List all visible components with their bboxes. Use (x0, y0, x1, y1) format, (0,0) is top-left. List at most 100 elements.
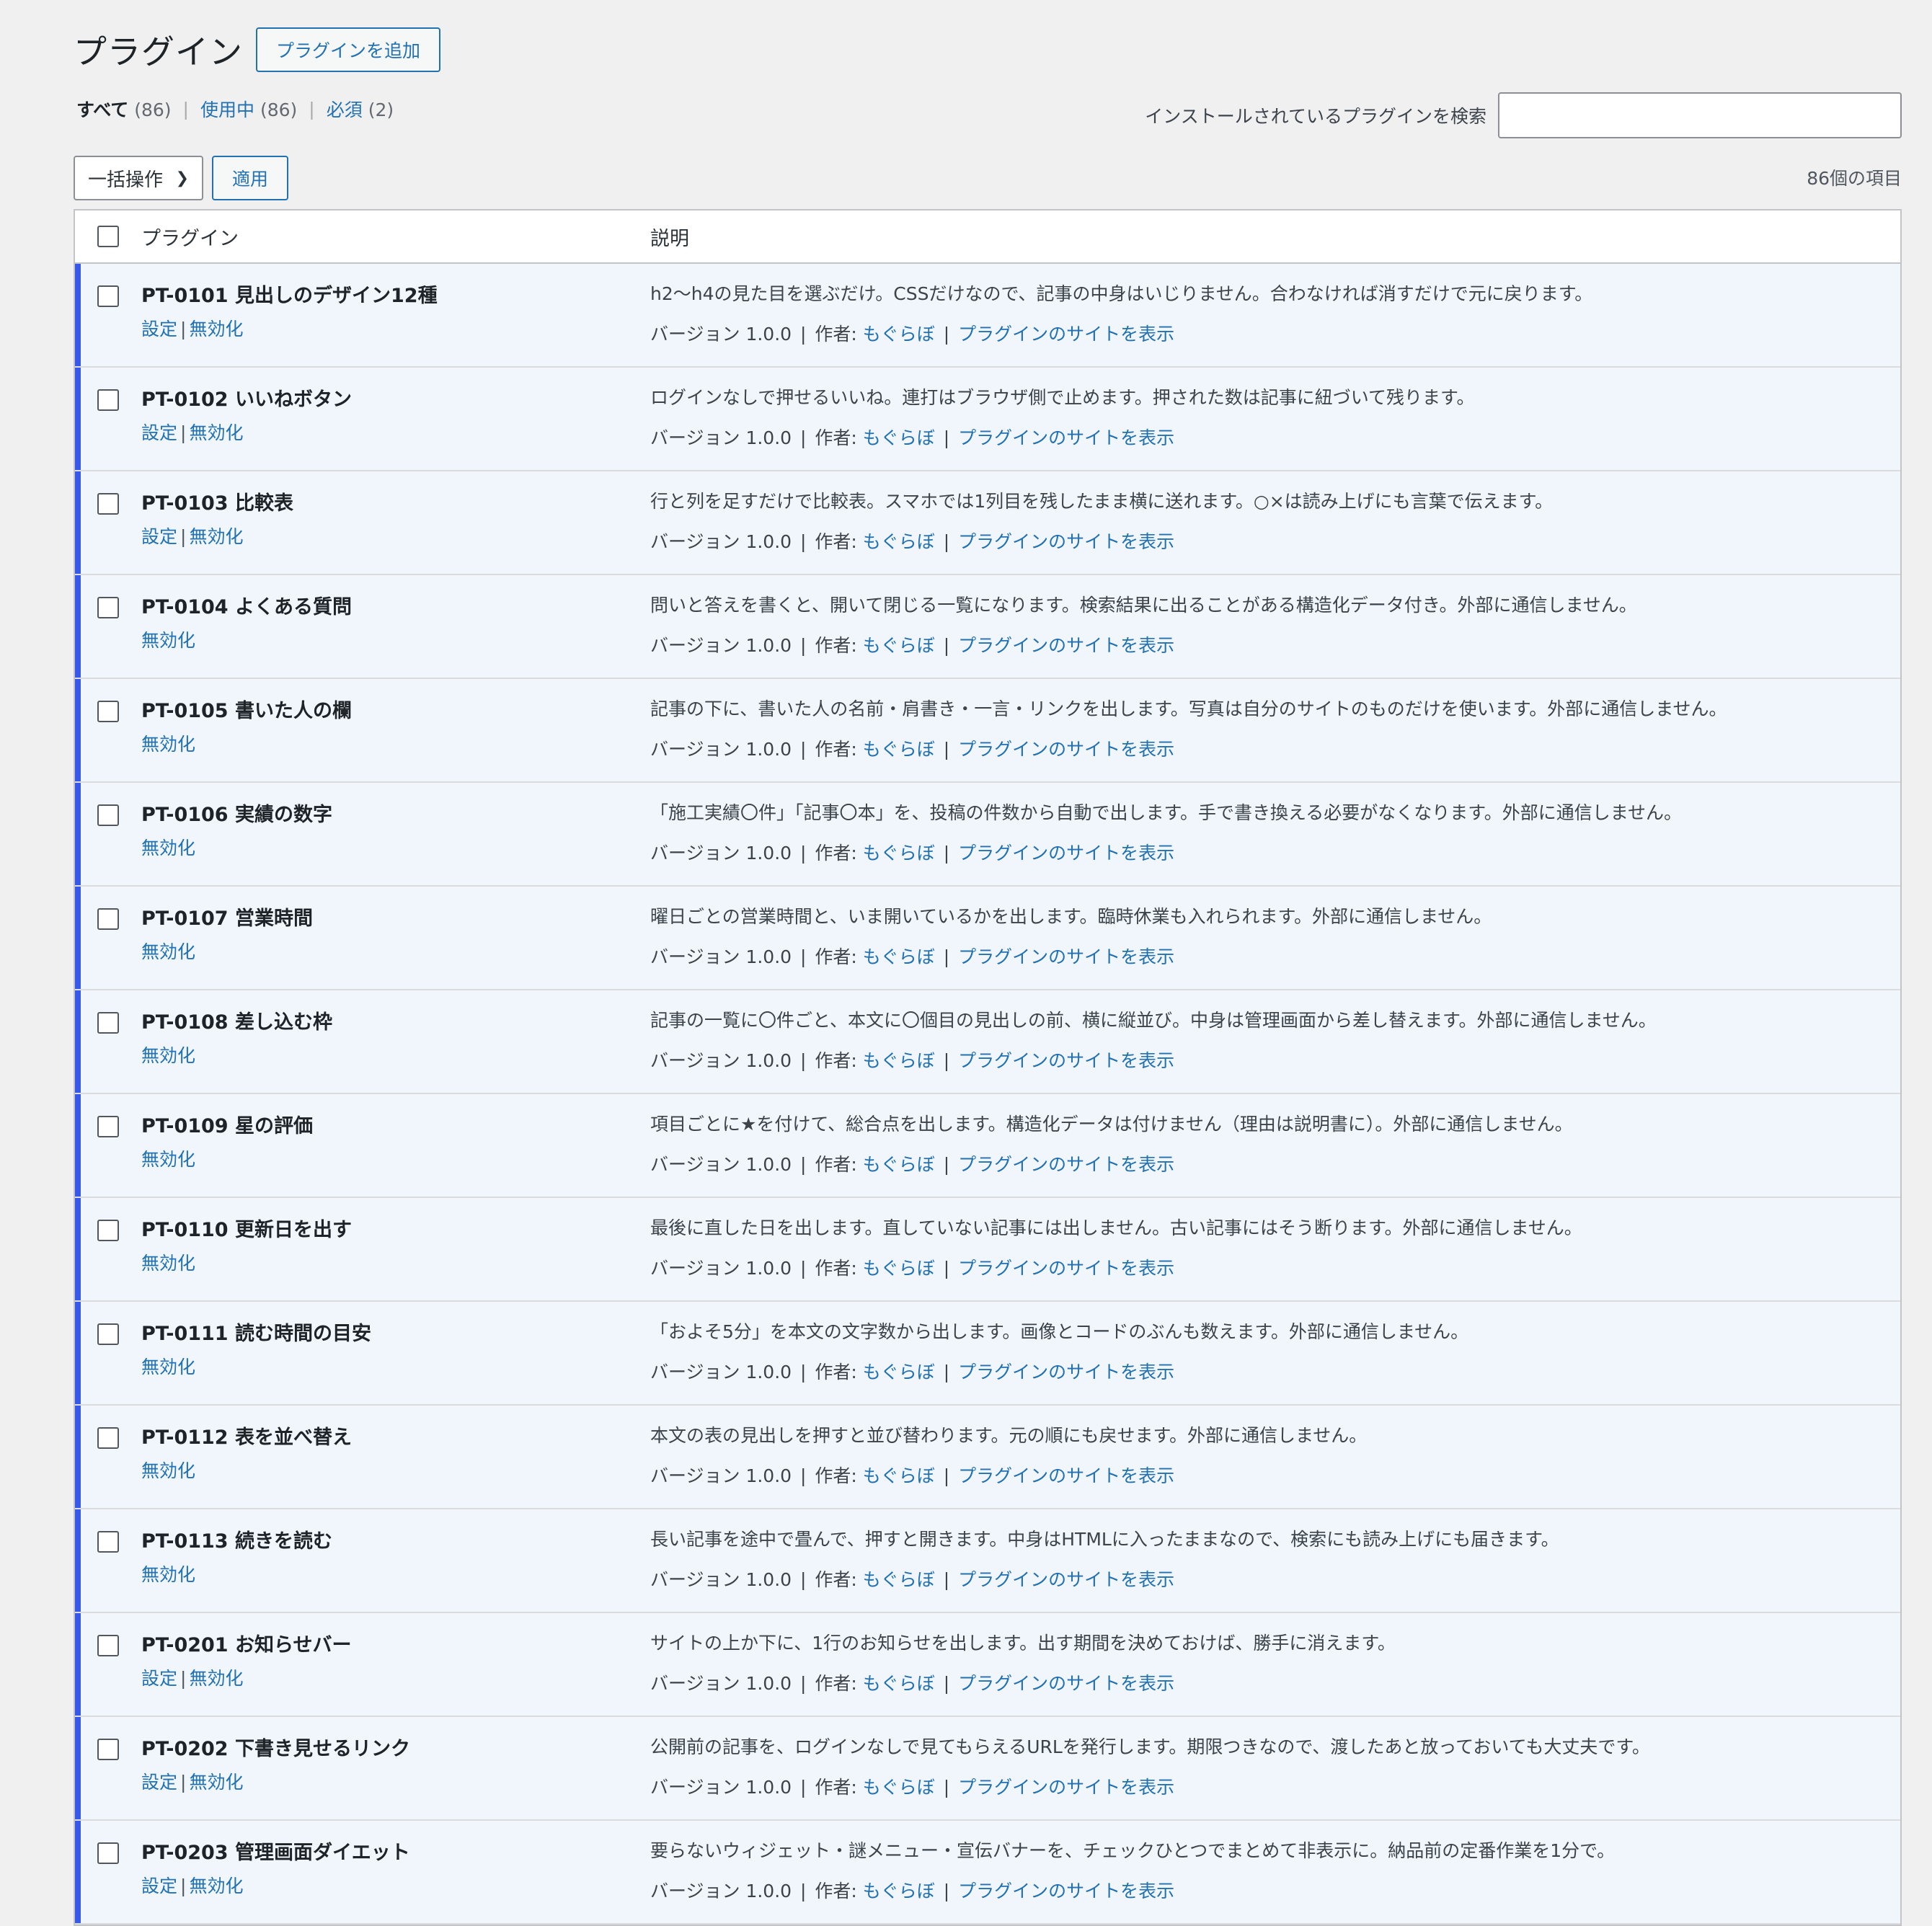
settings-link[interactable]: 設定 (141, 1668, 177, 1689)
author-link[interactable]: もぐらぼ (863, 1465, 935, 1486)
settings-link[interactable]: 設定 (141, 526, 177, 547)
plugin-site-link[interactable]: プラグインのサイトを表示 (958, 1258, 1174, 1279)
author-link[interactable]: もぐらぼ (863, 1673, 935, 1694)
meta-separator: | (800, 1777, 807, 1798)
filter-all[interactable]: すべて (86) (76, 96, 172, 122)
settings-link[interactable]: 設定 (141, 319, 177, 340)
plugin-title: PT-0112 表を並べ替え (141, 1426, 352, 1449)
plugin-site-link[interactable]: プラグインのサイトを表示 (958, 324, 1174, 345)
plugin-checkbox[interactable] (97, 1842, 119, 1864)
author-prefix: 作者: (815, 635, 857, 656)
deactivate-link[interactable]: 無効化 (141, 1564, 195, 1585)
plugin-site-link[interactable]: プラグインのサイトを表示 (958, 1569, 1174, 1590)
plugin-checkbox[interactable] (97, 597, 119, 618)
plugin-search-box: インストールされているプラグインを検索 (1145, 92, 1902, 138)
plugin-checkbox[interactable] (97, 1116, 119, 1137)
author-prefix: 作者: (815, 1569, 857, 1590)
plugin-meta: バージョン 1.0.0 | 作者: もぐらぼ | プラグインのサイトを表示 (650, 1566, 1900, 1592)
plugin-site-link[interactable]: プラグインのサイトを表示 (958, 427, 1174, 448)
author-link[interactable]: もぐらぼ (863, 1881, 935, 1901)
plugin-site-link[interactable]: プラグインのサイトを表示 (958, 1777, 1174, 1798)
settings-link[interactable]: 設定 (141, 1876, 177, 1896)
plugin-site-link[interactable]: プラグインのサイトを表示 (958, 1465, 1174, 1486)
plugin-site-link[interactable]: プラグインのサイトを表示 (958, 946, 1174, 967)
deactivate-link[interactable]: 無効化 (141, 1357, 195, 1377)
plugin-site-link[interactable]: プラグインのサイトを表示 (958, 531, 1174, 552)
deactivate-link[interactable]: 無効化 (189, 1876, 243, 1896)
meta-separator: | (800, 427, 807, 448)
bulk-action-select[interactable]: 一括操作 ❯ (74, 156, 203, 200)
author-link[interactable]: もぐらぼ (863, 1050, 935, 1071)
meta-separator: | (943, 1050, 950, 1071)
deactivate-link[interactable]: 無効化 (189, 526, 243, 547)
filter-separator: | (182, 98, 189, 120)
author-link[interactable]: もぐらぼ (863, 1154, 935, 1175)
author-link[interactable]: もぐらぼ (863, 1362, 935, 1383)
author-link[interactable]: もぐらぼ (863, 946, 935, 967)
plugin-checkbox[interactable] (97, 1739, 119, 1760)
plugin-row: PT-0112 表を並べ替え 無効化 本文の表の見出しを押すと並び替わります。元… (75, 1406, 1900, 1509)
deactivate-link[interactable]: 無効化 (189, 319, 243, 340)
meta-separator: | (800, 1465, 807, 1486)
plugin-checkbox[interactable] (97, 804, 119, 826)
deactivate-link[interactable]: 無効化 (189, 422, 243, 443)
deactivate-link[interactable]: 無効化 (141, 1045, 195, 1066)
settings-link[interactable]: 設定 (141, 1772, 177, 1793)
plugin-meta: バージョン 1.0.0 | 作者: もぐらぼ | プラグインのサイトを表示 (650, 424, 1900, 450)
plugin-meta: バージョン 1.0.0 | 作者: もぐらぼ | プラグインのサイトを表示 (650, 943, 1900, 969)
plugin-checkbox[interactable] (97, 389, 119, 411)
plugin-row: PT-0111 読む時間の目安 無効化 「およそ5分」を本文の文字数から出します… (75, 1302, 1900, 1406)
author-link[interactable]: もぐらぼ (863, 1258, 935, 1279)
plugin-checkbox[interactable] (97, 908, 119, 930)
plugin-site-link[interactable]: プラグインのサイトを表示 (958, 1362, 1174, 1383)
filter-active[interactable]: 使用中 (86) (200, 96, 297, 122)
author-link[interactable]: もぐらぼ (863, 1777, 935, 1798)
plugin-site-link[interactable]: プラグインのサイトを表示 (958, 1881, 1174, 1901)
deactivate-link[interactable]: 無効化 (141, 1149, 195, 1170)
author-link[interactable]: もぐらぼ (863, 324, 935, 345)
plugin-checkbox[interactable] (97, 493, 119, 515)
author-link[interactable]: もぐらぼ (863, 635, 935, 656)
plugin-site-link[interactable]: プラグインのサイトを表示 (958, 843, 1174, 864)
plugin-description-cell: 「およそ5分」を本文の文字数から出します。画像とコードのぶんも数えます。外部に通… (650, 1302, 1900, 1404)
deactivate-link[interactable]: 無効化 (189, 1668, 243, 1689)
apply-button[interactable]: 適用 (212, 156, 289, 200)
author-link[interactable]: もぐらぼ (863, 1569, 935, 1590)
plugin-description: h2〜h4の見た目を選ぶだけ。CSSだけなので、記事の中身はいじりません。合わな… (650, 283, 1593, 304)
plugin-checkbox[interactable] (97, 1531, 119, 1553)
deactivate-link[interactable]: 無効化 (141, 630, 195, 651)
plugin-checkbox[interactable] (97, 701, 119, 722)
row-check-cell (75, 1094, 141, 1197)
plugin-site-link[interactable]: プラグインのサイトを表示 (958, 635, 1174, 656)
search-input[interactable] (1498, 92, 1902, 138)
author-link[interactable]: もぐらぼ (863, 531, 935, 552)
deactivate-link[interactable]: 無効化 (141, 838, 195, 858)
deactivate-link[interactable]: 無効化 (189, 1772, 243, 1793)
plugin-site-link[interactable]: プラグインのサイトを表示 (958, 1050, 1174, 1071)
select-all-checkbox[interactable] (97, 226, 119, 247)
deactivate-link[interactable]: 無効化 (141, 1460, 195, 1481)
plugin-checkbox[interactable] (97, 1427, 119, 1449)
plugin-checkbox[interactable] (97, 1220, 119, 1241)
plugin-checkbox[interactable] (97, 1323, 119, 1345)
deactivate-link[interactable]: 無効化 (141, 734, 195, 755)
filter-required[interactable]: 必須 (2) (327, 96, 394, 122)
meta-separator: | (800, 324, 807, 345)
plugin-site-link[interactable]: プラグインのサイトを表示 (958, 739, 1174, 760)
plugin-checkbox[interactable] (97, 1012, 119, 1034)
deactivate-link[interactable]: 無効化 (141, 941, 195, 962)
plugin-site-link[interactable]: プラグインのサイトを表示 (958, 1673, 1174, 1694)
table-body: PT-0101 見出しのデザイン12種 設定 | 無効化 h2〜h4の見た目を選ぶだ… (75, 264, 1900, 1925)
deactivate-link[interactable]: 無効化 (141, 1253, 195, 1274)
filter-all-label: すべて (76, 99, 129, 120)
plugin-site-link[interactable]: プラグインのサイトを表示 (958, 1154, 1174, 1175)
author-link[interactable]: もぐらぼ (863, 843, 935, 864)
plugin-name-cell: PT-0110 更新日を出す 無効化 (141, 1198, 650, 1300)
plugin-checkbox[interactable] (97, 285, 119, 307)
plugin-checkbox[interactable] (97, 1635, 119, 1656)
author-link[interactable]: もぐらぼ (863, 739, 935, 760)
add-plugin-button[interactable]: プラグインを追加 (256, 27, 441, 72)
author-link[interactable]: もぐらぼ (863, 427, 935, 448)
settings-link[interactable]: 設定 (141, 422, 177, 443)
plugin-row: PT-0202 下書き見せるリンク 設定 | 無効化 公開前の記事を、ログインなしで… (75, 1717, 1900, 1821)
